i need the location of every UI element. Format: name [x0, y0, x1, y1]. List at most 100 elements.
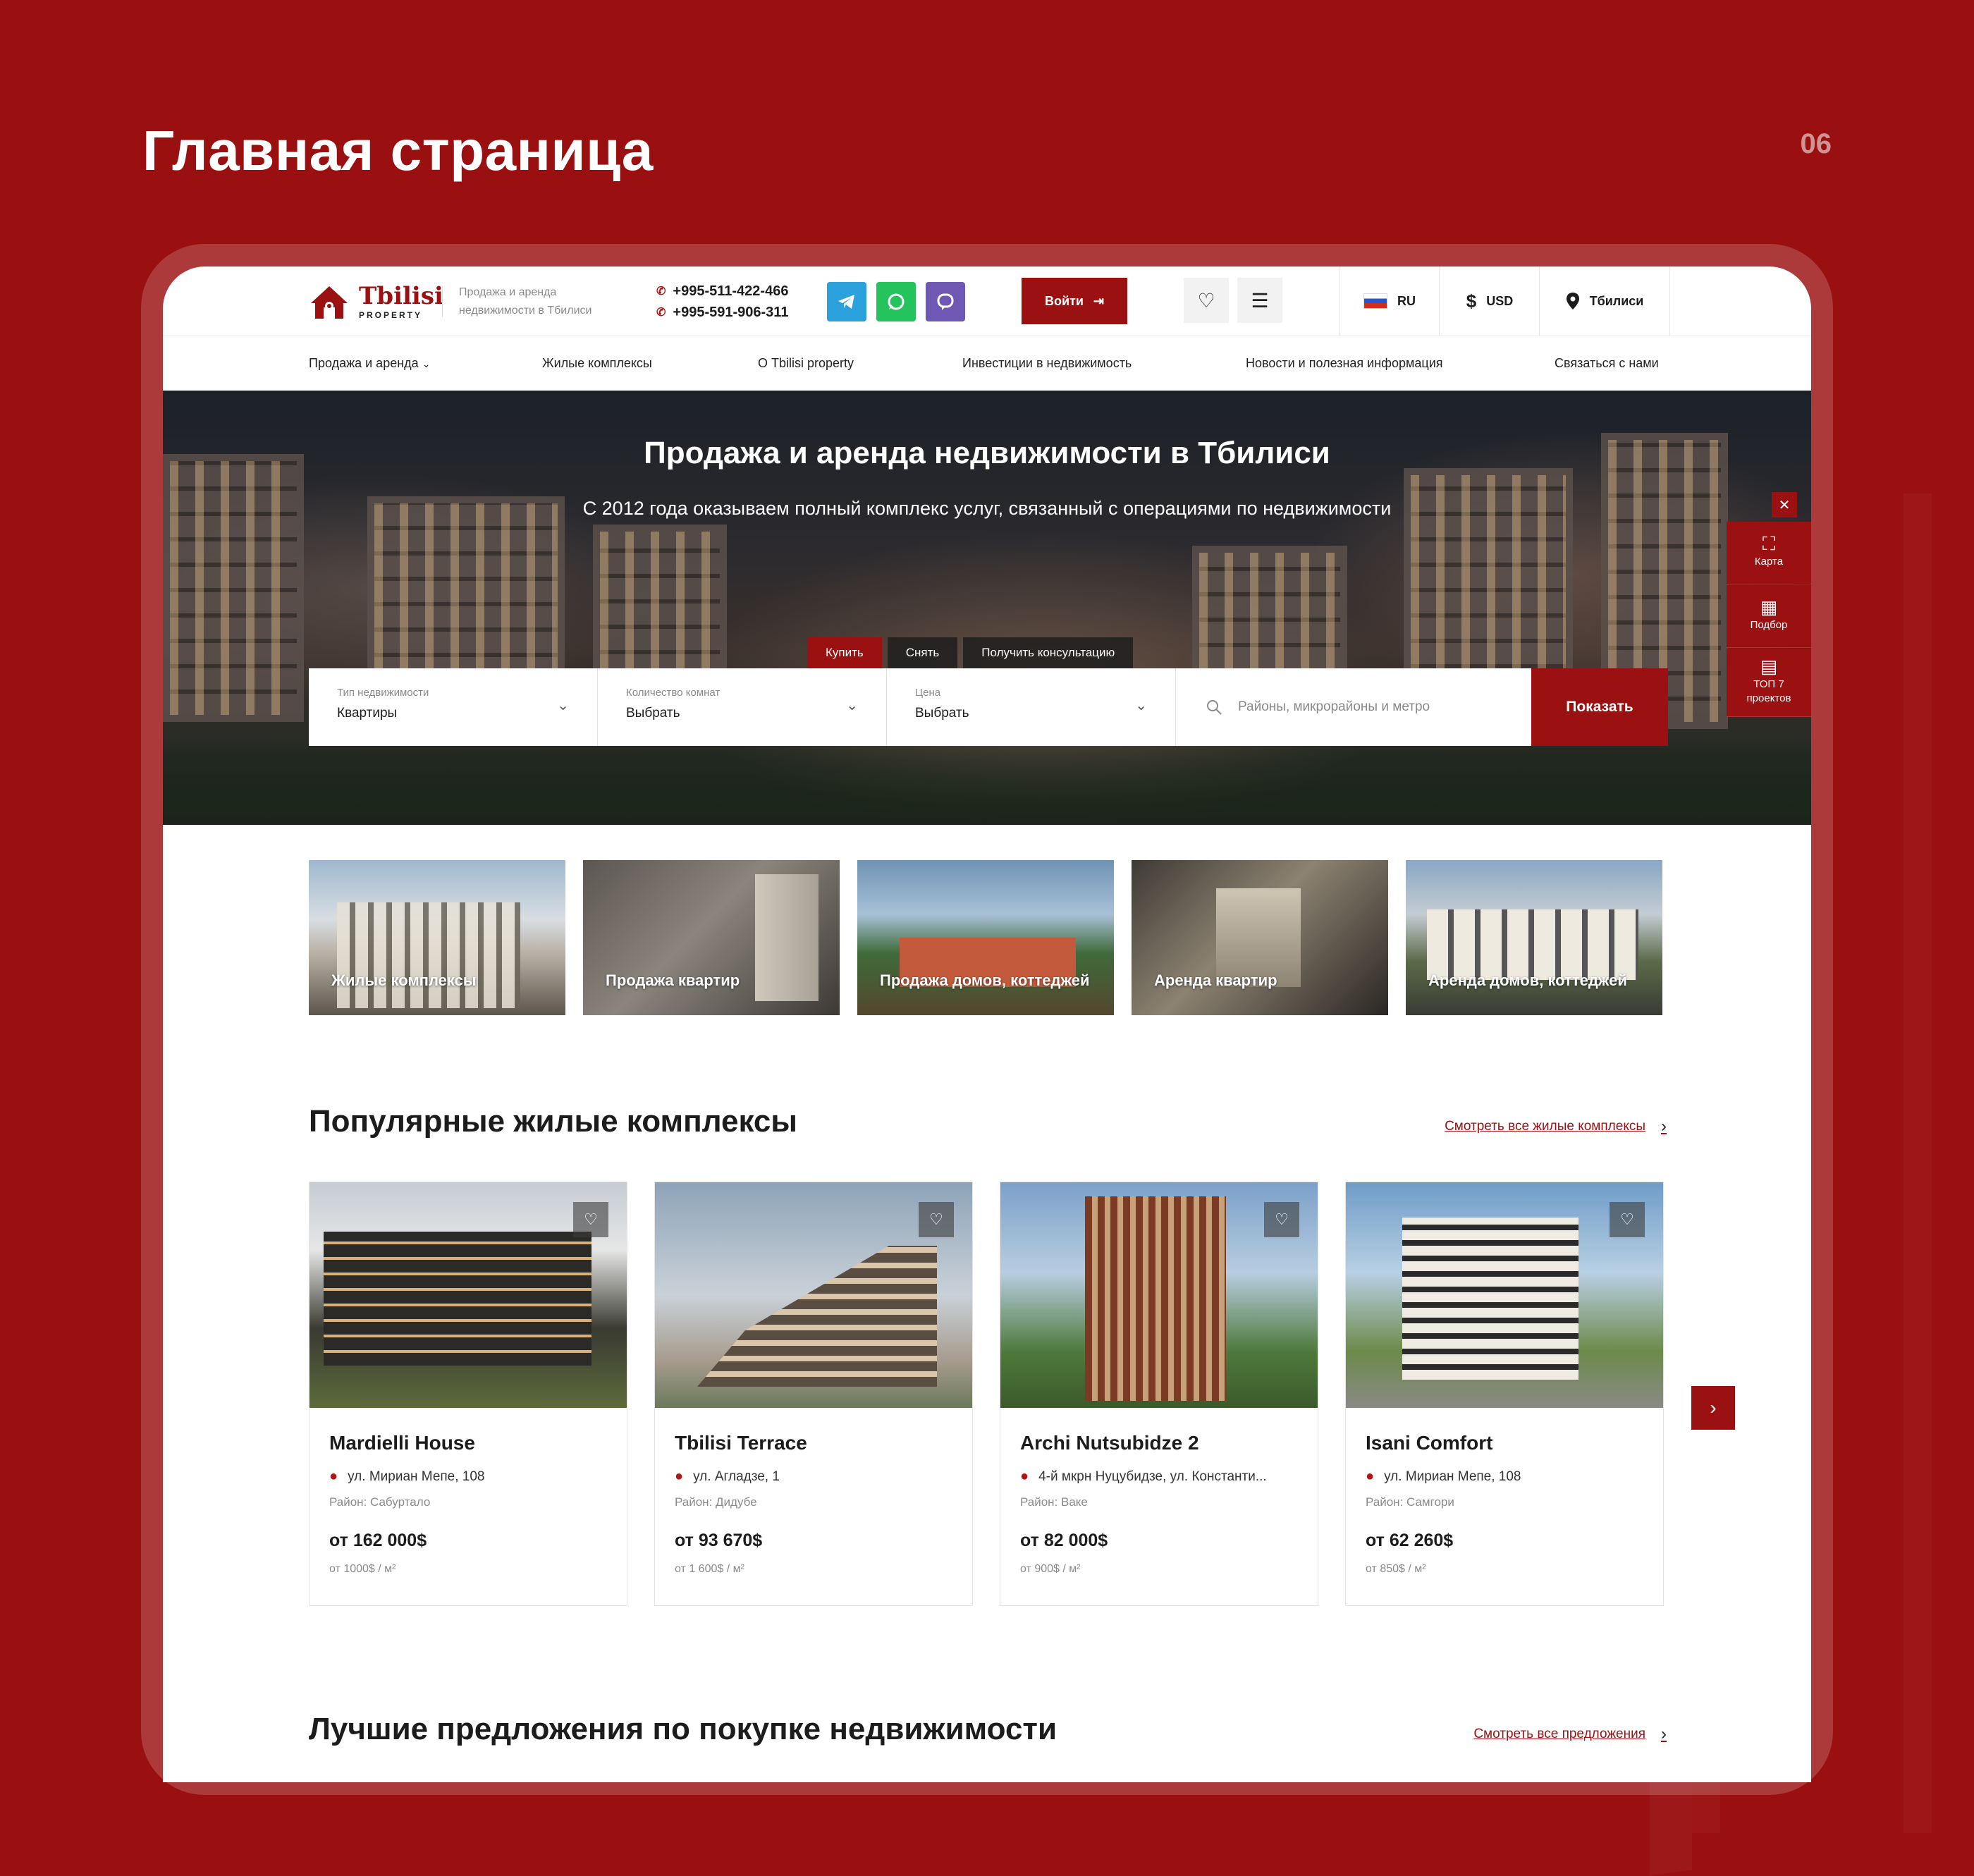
house-logo-icon — [308, 282, 350, 321]
favorite-button[interactable]: ♡ — [1610, 1202, 1645, 1237]
complex-address: ● ул. Агладзе, 1 — [675, 1469, 780, 1484]
document-icon: ▤ — [1760, 656, 1778, 677]
currency-selector[interactable]: $ USD — [1439, 266, 1540, 336]
building-illustration — [697, 1246, 937, 1387]
viber-button[interactable] — [926, 282, 965, 321]
nav-item-news[interactable]: Новости и полезная информация — [1246, 356, 1443, 371]
property-type-value: Квартиры — [337, 706, 398, 721]
complex-district: Район: Ваке — [1020, 1495, 1088, 1509]
chevron-down-icon: ⌄ — [846, 698, 858, 713]
site-header: Tbilisi PROPERTY Продажа и аренда недвиж… — [163, 266, 1811, 336]
whatsapp-button[interactable] — [876, 282, 916, 321]
offers-view-all-link[interactable]: Смотреть все предложения › — [1473, 1724, 1667, 1744]
complex-card[interactable]: ♡ Isani Comfort ● ул. Мириан Мепе, 108 Ра… — [1345, 1182, 1664, 1606]
login-label: Войти — [1044, 293, 1084, 308]
tab-rent[interactable]: Снять — [887, 637, 958, 668]
complex-district: Район: Дидубе — [675, 1495, 757, 1509]
complex-name: Mardielli House — [329, 1432, 475, 1454]
chevron-right-icon: › — [1710, 1397, 1717, 1418]
phone-icon: ✆ — [656, 286, 666, 298]
russia-flag-icon — [1363, 293, 1387, 309]
complex-price: от 162 000$ — [329, 1531, 427, 1550]
category-rent-apartments[interactable]: Аренда квартир — [1132, 860, 1388, 1015]
slide-title: Главная страница — [142, 119, 654, 182]
side-selection-button[interactable]: ▦ Подбор — [1727, 585, 1811, 648]
logo-sub: PROPERTY — [359, 310, 423, 320]
main-nav: Продажа и аренда ⌄ Жилые комплексы О Tbi… — [163, 336, 1811, 391]
tab-consultation[interactable]: Получить консультацию — [963, 637, 1134, 668]
login-button[interactable]: Войти ⇥ — [1022, 278, 1127, 324]
close-icon[interactable]: ✕ — [1772, 492, 1797, 517]
complex-price-per-m2: от 1 600$ / м² — [675, 1563, 744, 1575]
category-tiles: Жилые комплексы Продажа квартир Продажа … — [309, 860, 1662, 1015]
complex-address: ● ул. Мириан Мепе, 108 — [1366, 1469, 1521, 1484]
phone-2[interactable]: ✆ +995-591-906-311 — [656, 302, 788, 323]
complex-card[interactable]: ♡ Mardielli House ● ул. Мириан Мепе, 108 … — [309, 1182, 627, 1606]
side-panel: ✕ ⛶ Карта ▦ Подбор ▤ ТОП 7 проектов — [1727, 492, 1811, 760]
nav-item-sale-rent[interactable]: Продажа и аренда ⌄ — [309, 356, 430, 371]
search-bar: Тип недвижимости Квартиры ⌄ Количество к… — [309, 668, 1668, 746]
heart-icon: ♡ — [1620, 1210, 1634, 1228]
complex-image: ♡ — [655, 1182, 972, 1408]
rooms-select[interactable]: Количество комнат Выбрать ⌄ — [598, 668, 887, 746]
complex-price-per-m2: от 850$ / м² — [1366, 1563, 1426, 1575]
hero-banner: Продажа и аренда недвижимости в Тбилиси … — [163, 391, 1811, 825]
tagline: Продажа и аренда недвижимости в Тбилиси — [459, 286, 592, 317]
favorite-button[interactable]: ♡ — [1264, 1202, 1299, 1237]
offers-link-label: Смотреть все предложения — [1473, 1727, 1645, 1741]
dollar-icon: $ — [1466, 290, 1477, 312]
nav-item-contact[interactable]: Связаться с нами — [1555, 356, 1659, 371]
phone-1[interactable]: ✆ +995-511-422-466 — [656, 281, 788, 302]
complex-card[interactable]: ♡ Tbilisi Terrace ● ул. Агладзе, 1 Район:… — [654, 1182, 973, 1606]
complex-image: ♡ — [309, 1182, 627, 1408]
category-sale-apartments[interactable]: Продажа квартир — [583, 860, 840, 1015]
complex-image: ♡ — [1000, 1182, 1318, 1408]
rooms-value: Выбрать — [626, 706, 680, 721]
city-selector[interactable]: Тбилиси — [1539, 266, 1670, 336]
complex-price-per-m2: от 1000$ / м² — [329, 1563, 396, 1575]
location-pin-icon — [1566, 293, 1579, 309]
complex-name: Archi Nutsubidze 2 — [1020, 1432, 1199, 1454]
search-icon — [1207, 700, 1222, 715]
logo[interactable]: Tbilisi PROPERTY — [308, 282, 443, 321]
tab-buy[interactable]: Купить — [807, 637, 882, 668]
complex-price: от 62 260$ — [1366, 1531, 1454, 1550]
popular-title: Популярные жилые комплексы — [309, 1104, 797, 1139]
complex-card[interactable]: ♡ Archi Nutsubidze 2 ● 4-й мкрн Нуцубидзе… — [1000, 1182, 1318, 1606]
language-selector[interactable]: RU — [1339, 266, 1440, 336]
price-select[interactable]: Цена Выбрать ⌄ — [887, 668, 1176, 746]
whatsapp-icon — [888, 293, 905, 310]
property-type-select[interactable]: Тип недвижимости Квартиры ⌄ — [309, 668, 598, 746]
telegram-button[interactable] — [827, 282, 866, 321]
rooms-label: Количество комнат — [626, 687, 721, 699]
category-label: Продажа домов, коттеджей — [880, 971, 1090, 989]
chevron-right-icon: › — [1661, 1117, 1667, 1136]
list-add-icon: ☰ — [1251, 289, 1269, 312]
category-sale-houses[interactable]: Продажа домов, коттеджей — [857, 860, 1114, 1015]
compare-button[interactable]: ☰ — [1237, 278, 1282, 323]
complex-district: Район: Сабуртало — [329, 1495, 431, 1509]
popular-view-all-link[interactable]: Смотреть все жилые комплексы › — [1445, 1117, 1667, 1136]
heart-icon: ♡ — [1197, 289, 1215, 312]
favorites-button[interactable]: ♡ — [1184, 278, 1229, 323]
chevron-right-icon: › — [1661, 1724, 1667, 1743]
category-complexes[interactable]: Жилые комплексы — [309, 860, 565, 1015]
category-label: Аренда квартир — [1154, 971, 1277, 989]
location-search-input[interactable]: Районы, микрорайоны и метро — [1176, 668, 1531, 746]
nav-item-about[interactable]: О Tbilisi property — [758, 356, 854, 371]
carousel-next-button[interactable]: › — [1691, 1386, 1735, 1430]
complex-name: Isani Comfort — [1366, 1432, 1493, 1454]
side-map-button[interactable]: ⛶ Карта — [1727, 522, 1811, 584]
location-pin-icon: ● — [675, 1469, 684, 1484]
header-divider — [442, 286, 443, 317]
favorite-button[interactable]: ♡ — [919, 1202, 954, 1237]
side-top-projects-button[interactable]: ▤ ТОП 7 проектов — [1727, 649, 1811, 717]
show-results-button[interactable]: Показать — [1531, 668, 1668, 746]
favorite-button[interactable]: ♡ — [573, 1202, 608, 1237]
nav-item-complexes[interactable]: Жилые комплексы — [542, 356, 652, 371]
category-rent-houses[interactable]: Аренда домов, коттеджей — [1406, 860, 1662, 1015]
slide-number: 06 — [1800, 128, 1832, 159]
nav-item-investments[interactable]: Инвестиции в недвижимость — [962, 356, 1132, 371]
category-image — [755, 874, 819, 1001]
complex-cards: ♡ Mardielli House ● ул. Мириан Мепе, 108 … — [309, 1182, 1664, 1606]
